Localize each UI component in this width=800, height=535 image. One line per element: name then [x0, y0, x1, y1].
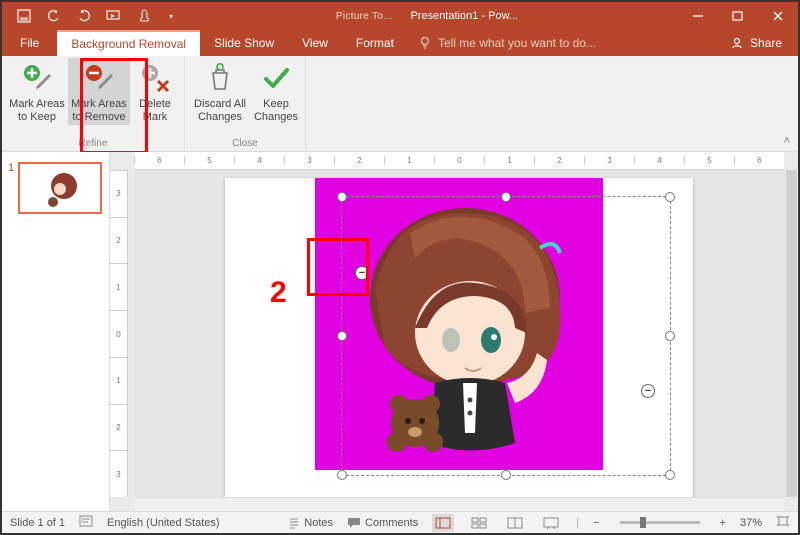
crop-handle[interactable] — [501, 470, 511, 480]
document-title: Presentation1 - Pow... — [410, 10, 518, 22]
ribbon-group-close: Discard All Changes Keep Changes Close — [185, 56, 306, 151]
label: Keep — [263, 98, 289, 111]
notes-icon — [288, 517, 300, 529]
label: Discard All — [194, 98, 246, 111]
crop-handle[interactable] — [337, 470, 347, 480]
tab-slide-show[interactable]: Slide Show — [200, 30, 288, 56]
redo-icon[interactable] — [76, 8, 92, 24]
thumbnail-number: 1 — [8, 162, 14, 214]
tell-me-placeholder: Tell me what you want to do... — [438, 36, 596, 50]
fit-to-window-button[interactable] — [776, 515, 790, 530]
vertical-scrollbar[interactable] — [784, 170, 798, 497]
slide-sorter-view-button[interactable] — [468, 514, 490, 532]
horizontal-ruler: 6543210123456 — [134, 152, 784, 170]
language-indicator[interactable]: English (United States) — [107, 517, 220, 529]
slide-thumbnail-1[interactable]: 1 — [8, 162, 103, 214]
undo-icon[interactable] — [46, 8, 62, 24]
zoom-in-button[interactable]: + — [720, 517, 726, 529]
remove-marker[interactable]: − — [641, 384, 655, 398]
zoom-slider[interactable] — [620, 521, 700, 524]
qat-dropdown-icon[interactable]: ▾ — [166, 8, 176, 24]
remove-marker[interactable]: − — [355, 266, 369, 280]
checkmark-icon — [260, 62, 292, 94]
tab-background-removal[interactable]: Background Removal — [57, 30, 200, 56]
crop-handle[interactable] — [501, 192, 511, 202]
reading-view-button[interactable] — [504, 514, 526, 532]
tab-file[interactable]: File — [2, 30, 57, 56]
tab-format[interactable]: Format — [342, 30, 408, 56]
tab-view[interactable]: View — [288, 30, 342, 56]
mark-areas-to-remove-button[interactable]: Mark Areas to Remove — [68, 58, 130, 125]
vertical-ruler: 3210123 — [110, 170, 128, 497]
discard-all-changes-button[interactable]: Discard All Changes — [189, 58, 251, 125]
collapse-ribbon-icon[interactable]: ˄ — [784, 135, 790, 147]
group-label-refine: Refine — [79, 138, 108, 149]
slide-canvas-area: 6543210123456 3210123 — [110, 152, 798, 511]
group-label-close: Close — [232, 138, 258, 149]
label: Changes — [254, 111, 298, 124]
restore-button[interactable] — [718, 2, 758, 30]
share-button[interactable]: Share — [714, 30, 798, 56]
ribbon-tabs: File Background Removal Slide Show View … — [2, 30, 798, 56]
slide-thumbnail-panel: 1 — [2, 152, 110, 511]
label: Mark Areas — [71, 98, 127, 111]
delete-mark-button[interactable]: Delete Mark — [130, 58, 180, 125]
start-from-beginning-icon[interactable] — [106, 8, 122, 24]
lightbulb-icon — [418, 36, 432, 50]
label: Changes — [198, 111, 242, 124]
comments-icon — [347, 517, 361, 529]
ribbon-group-refine: Mark Areas to Keep Mark Areas to Remove … — [2, 56, 185, 151]
minus-pencil-icon — [83, 62, 115, 94]
crop-handle[interactable] — [337, 331, 347, 341]
crop-selection-box[interactable] — [341, 196, 671, 476]
discard-icon — [204, 62, 236, 94]
slide-canvas[interactable]: − − — [134, 170, 784, 497]
label: to Remove — [72, 111, 125, 124]
slide-indicator: Slide 1 of 1 — [10, 517, 65, 529]
touch-mode-icon[interactable] — [136, 8, 152, 24]
label: Mark Areas — [9, 98, 65, 111]
notes-button[interactable]: Notes — [288, 517, 333, 529]
slideshow-view-button[interactable] — [540, 514, 562, 532]
delete-mark-icon — [139, 62, 171, 94]
thumbnail-preview — [18, 162, 102, 214]
title-bar: ▾ Picture To... Presentation1 - Pow... — [2, 2, 798, 30]
spellcheck-icon[interactable] — [79, 515, 93, 530]
label: to Keep — [18, 111, 56, 124]
label: Delete — [139, 98, 171, 111]
contextual-tab-label: Picture To... — [336, 11, 393, 22]
crop-handle[interactable] — [337, 192, 347, 202]
status-bar: Slide 1 of 1 English (United States) Not… — [2, 511, 798, 533]
comments-button[interactable]: Comments — [347, 517, 418, 529]
slide-page: − − — [225, 178, 693, 497]
horizontal-scrollbar[interactable] — [134, 497, 784, 511]
close-button[interactable] — [758, 2, 798, 30]
quick-access-toolbar: ▾ — [2, 8, 176, 24]
ribbon: Mark Areas to Keep Mark Areas to Remove … — [2, 56, 798, 152]
annotation-label-2: 2 — [270, 276, 287, 310]
workspace: 1 6543210123456 3210123 — [2, 152, 798, 511]
normal-view-button[interactable] — [432, 514, 454, 532]
zoom-level[interactable]: 37% — [740, 517, 762, 529]
app-window: ▾ Picture To... Presentation1 - Pow... F… — [0, 0, 800, 535]
window-controls — [678, 2, 798, 30]
tell-me-search[interactable]: Tell me what you want to do... — [408, 30, 714, 56]
share-icon — [730, 36, 744, 50]
label: Mark — [143, 111, 167, 124]
crop-handle[interactable] — [665, 331, 675, 341]
plus-pencil-icon — [21, 62, 53, 94]
share-label: Share — [750, 36, 782, 50]
minimize-button[interactable] — [678, 2, 718, 30]
crop-handle[interactable] — [665, 192, 675, 202]
keep-changes-button[interactable]: Keep Changes — [251, 58, 301, 125]
save-icon[interactable] — [16, 8, 32, 24]
crop-handle[interactable] — [665, 470, 675, 480]
mark-areas-to-keep-button[interactable]: Mark Areas to Keep — [6, 58, 68, 125]
zoom-out-button[interactable]: − — [593, 517, 599, 529]
